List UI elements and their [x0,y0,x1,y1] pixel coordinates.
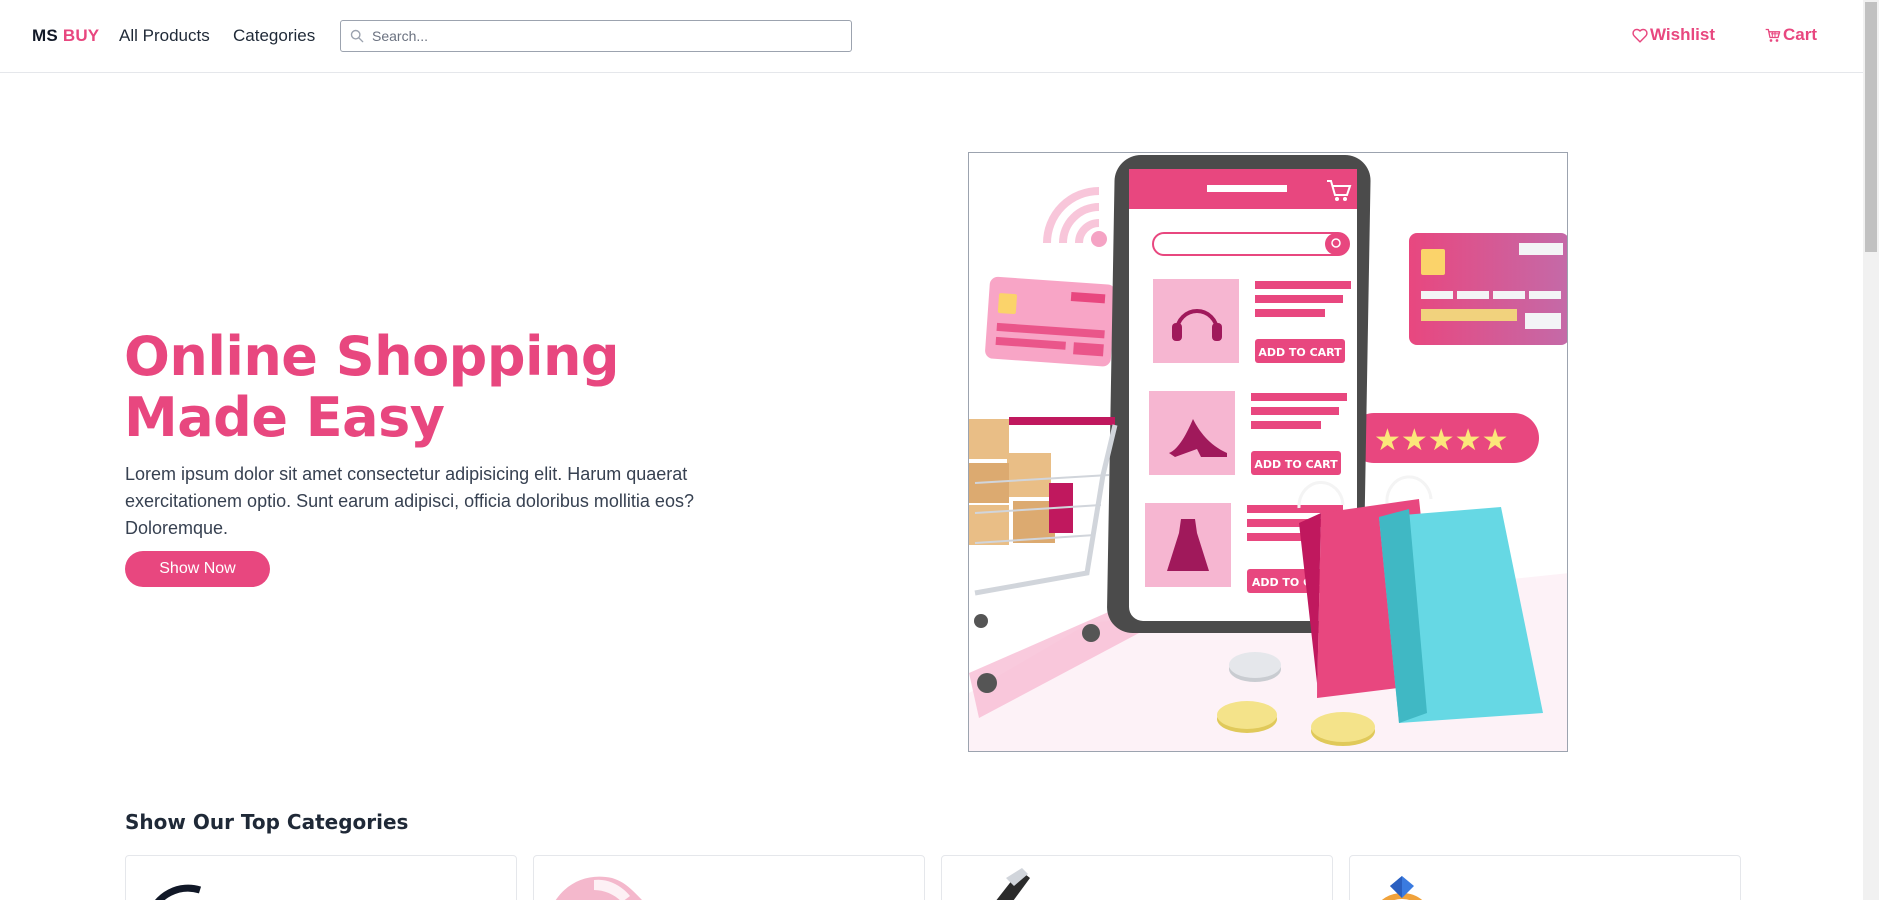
nav-link-categories[interactable]: Categories [233,26,315,46]
rating-badge: ★★★★★ [1349,413,1539,463]
illustration-add-to-cart-1: ADD TO CART [1258,346,1342,359]
brand-text-buy: BUY [62,26,100,45]
credit-card-left [985,276,1116,367]
hero-description: Lorem ipsum dolor sit amet consectetur a… [125,464,694,538]
category-card[interactable] [125,855,517,900]
category-card[interactable] [533,855,925,900]
wishlist-link[interactable]: Wishlist [1632,25,1715,45]
brand-logo[interactable]: MS BUY [32,26,99,46]
shopping-bags-graphic [1297,475,1543,723]
top-navbar: MS BUY All Products Categories Wishlist … [0,0,1863,73]
category-card[interactable] [1349,855,1741,900]
cart-label: Cart [1783,25,1818,44]
hero-title-line1: Online Shopping [124,325,620,388]
sneaker-icon [555,876,643,900]
search-input[interactable] [372,21,842,51]
wifi-icon [1043,187,1107,247]
nav-link-all-products[interactable]: All Products [119,26,210,46]
wishlist-label: Wishlist [1650,25,1716,44]
illustration-add-to-cart-2: ADD TO CART [1254,458,1338,471]
brand-text-ms: MS [32,26,58,45]
heart-icon [1632,28,1648,43]
credit-card-right [1409,233,1567,345]
search-icon [350,29,364,43]
cart-link[interactable]: Cart [1765,25,1817,45]
page-scrollbar[interactable] [1863,0,1879,900]
scrollbar-thumb[interactable] [1865,2,1877,252]
headphones-icon [154,884,202,900]
star-icons: ★★★★★ [1374,423,1508,458]
search-box [340,20,852,52]
hero-illustration: ★★★★★ ADD TO CART ADD TO CART ADD TO CAR [968,152,1568,752]
kitchen-tool-icon [996,868,1030,900]
categories-section-title: Show Our Top Categories [125,810,409,834]
cart-icon [1765,28,1781,42]
hero-title: Online Shopping Made Easy [124,326,744,448]
category-card[interactable] [941,855,1333,900]
shopping-illustration: ★★★★★ ADD TO CART ADD TO CART ADD TO CAR [969,155,1567,751]
hero-title-line2: Made Easy [124,386,445,449]
show-now-button[interactable]: Show Now [125,551,270,587]
ring-icon [1381,876,1423,900]
